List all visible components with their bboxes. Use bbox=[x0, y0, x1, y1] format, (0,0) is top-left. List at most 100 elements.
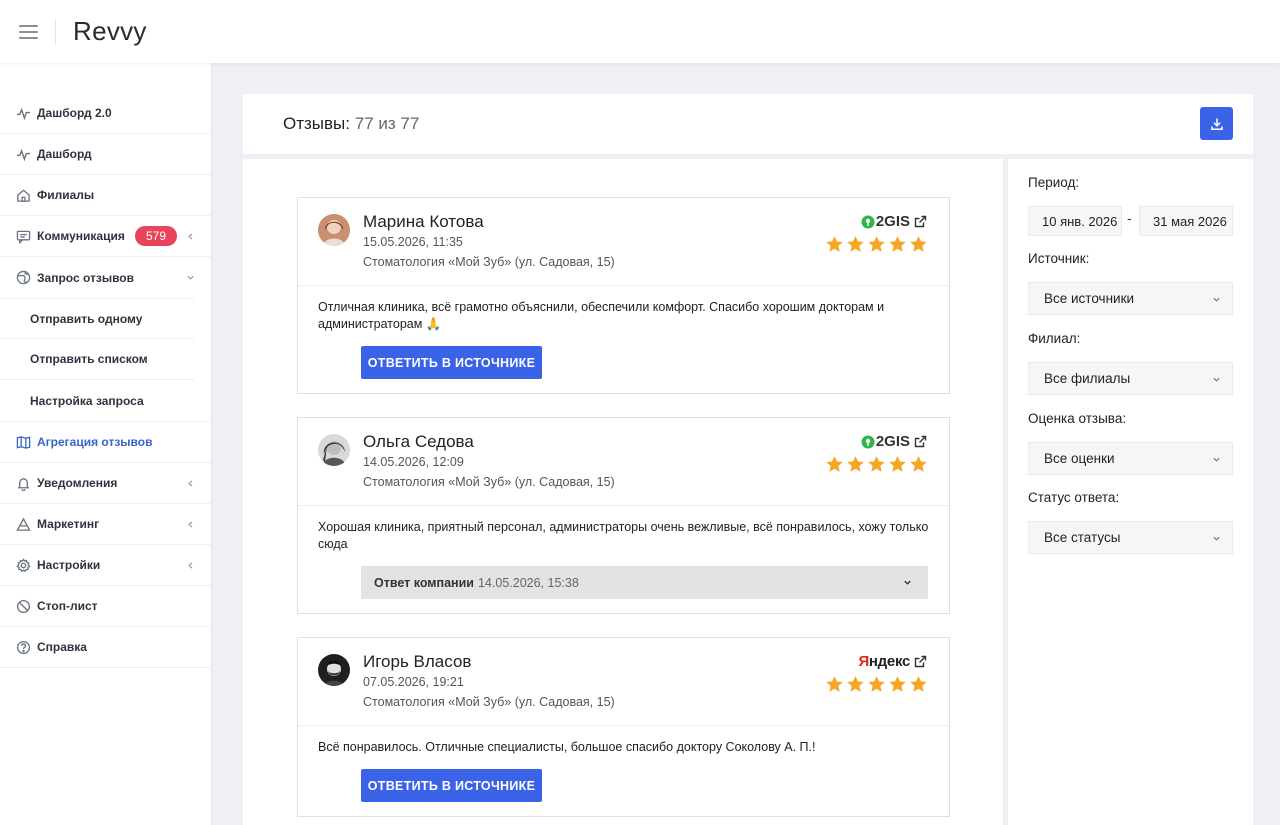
sidebar-item-label: Запрос отзывов bbox=[37, 270, 134, 285]
chevron-left-icon bbox=[185, 478, 195, 488]
sidebar-item-label: Маркетинг bbox=[37, 517, 100, 531]
sidebar-subitem-send-one[interactable]: Отправить одному bbox=[0, 298, 195, 339]
source-link[interactable]: 2GIS bbox=[861, 433, 927, 450]
branch-select[interactable]: Все филиалы bbox=[1028, 362, 1233, 395]
sidebar-item-label: Агрегация отзывов bbox=[37, 435, 153, 449]
company-answer-toggle[interactable]: Ответ компании 14.05.2026, 15:38 bbox=[361, 566, 928, 599]
sidebar-item-notifications[interactable]: Уведомления bbox=[0, 463, 211, 504]
yandex-logo: Яндекс bbox=[858, 653, 910, 670]
sidebar-item-communication[interactable]: Коммуникация 579 bbox=[0, 216, 211, 257]
sidebar-item-dashboard-2[interactable]: Дашборд 2.0 bbox=[0, 93, 211, 134]
2gis-logo: 2GIS bbox=[861, 213, 910, 230]
star-icon bbox=[826, 676, 843, 692]
period-label: Период: bbox=[1028, 175, 1080, 190]
star-icon bbox=[910, 456, 927, 472]
unread-badge: 579 bbox=[134, 226, 177, 246]
sidebar-item-branches[interactable]: Филиалы bbox=[0, 175, 211, 216]
review-body: Отличная клиника, всё грамотно объяснили… bbox=[298, 286, 949, 393]
branch-select-value: Все филиалы bbox=[1044, 371, 1131, 386]
sidebar-item-label: Уведомления bbox=[37, 476, 118, 490]
avatar bbox=[318, 654, 350, 686]
source-link[interactable]: 2GIS bbox=[861, 213, 927, 230]
download-button[interactable] bbox=[1200, 107, 1233, 140]
sidebar-item-review-request[interactable]: Запрос отзывов bbox=[0, 257, 211, 298]
review-header: Ольга Седова 14.05.2026, 12:09 Стоматоло… bbox=[298, 418, 949, 506]
map-icon bbox=[15, 434, 31, 450]
sidebar-item-marketing[interactable]: Маркетинг bbox=[0, 504, 211, 545]
sidebar-subitem-request-settings[interactable]: Настройка запроса bbox=[0, 380, 195, 421]
external-link-icon bbox=[914, 215, 927, 228]
sidebar-item-label: Дашборд bbox=[37, 147, 92, 161]
star-icon bbox=[889, 456, 906, 472]
status-select[interactable]: Все статусы bbox=[1028, 521, 1233, 554]
date-separator: - bbox=[1127, 210, 1132, 226]
rating-stars bbox=[825, 235, 928, 254]
sidebar-item-label: Коммуникация bbox=[37, 229, 125, 243]
bell-icon bbox=[15, 475, 31, 491]
download-icon bbox=[1210, 118, 1223, 130]
sidebar-subitem-send-list[interactable]: Отправить списком bbox=[0, 339, 195, 380]
review-header: Игорь Власов 07.05.2026, 19:21 Стоматоло… bbox=[298, 638, 949, 726]
reviewer-name: Ольга Седова bbox=[363, 432, 474, 451]
date-to-field[interactable]: 31 мая 2026 bbox=[1139, 206, 1233, 236]
filters-panel: Период: 10 янв. 2026 - 31 мая 2026 Источ… bbox=[1008, 159, 1253, 825]
sidebar-item-stop-list[interactable]: Стоп-лист bbox=[0, 586, 211, 627]
rating-filter-label: Оценка отзыва: bbox=[1028, 411, 1127, 426]
avatar bbox=[318, 434, 350, 466]
sidebar-item-help[interactable]: Справка bbox=[0, 627, 211, 668]
star-icon bbox=[868, 676, 885, 692]
status-select-value: Все статусы bbox=[1044, 530, 1121, 545]
app-brand[interactable]: Revvy bbox=[73, 16, 147, 47]
source-name: 2GIS bbox=[875, 213, 910, 230]
source-link[interactable]: Яндекс bbox=[858, 653, 927, 670]
review-card: Игорь Власов 07.05.2026, 19:21 Стоматоло… bbox=[297, 637, 950, 817]
sidebar-item-label: Филиалы bbox=[37, 188, 95, 202]
rating-select-value: Все оценки bbox=[1044, 451, 1115, 466]
chevron-down-icon bbox=[185, 273, 195, 283]
star-icon bbox=[868, 236, 885, 252]
sidebar: Дашборд 2.0 Дашборд Филиалы Коммуникация… bbox=[0, 63, 212, 825]
source-select-value: Все источники bbox=[1044, 291, 1135, 306]
review-body: Всё понравилось. Отличные специалисты, б… bbox=[298, 726, 949, 816]
chat-icon bbox=[15, 228, 31, 244]
home-icon bbox=[15, 187, 31, 203]
star-icon bbox=[889, 236, 906, 252]
branch-filter-label: Филиал: bbox=[1028, 331, 1081, 346]
sidebar-item-settings[interactable]: Настройки bbox=[0, 545, 211, 586]
date-from-field[interactable]: 10 янв. 2026 bbox=[1028, 206, 1122, 236]
star-icon bbox=[847, 676, 864, 692]
source-select[interactable]: Все источники bbox=[1028, 282, 1233, 315]
chevron-down-icon bbox=[1213, 377, 1220, 382]
source-name: 2GIS bbox=[875, 433, 910, 450]
review-card: Ольга Седова 14.05.2026, 12:09 Стоматоло… bbox=[297, 417, 950, 614]
sidebar-item-label: Справка bbox=[37, 640, 87, 654]
pulse-icon bbox=[15, 146, 31, 162]
top-bar: Revvy bbox=[0, 0, 1280, 63]
review-card: Марина Котова 15.05.2026, 11:35 Стоматол… bbox=[297, 197, 950, 394]
review-header: Марина Котова 15.05.2026, 11:35 Стоматол… bbox=[298, 198, 949, 286]
sidebar-item-dashboard[interactable]: Дашборд bbox=[0, 134, 211, 175]
sidebar-item-label: Стоп-лист bbox=[37, 599, 98, 613]
star-icon bbox=[826, 456, 843, 472]
sidebar-item-review-aggregation[interactable]: Агрегация отзывов bbox=[0, 422, 211, 463]
chevron-left-icon bbox=[185, 519, 195, 529]
star-icon bbox=[910, 676, 927, 692]
reviewer-name: Марина Котова bbox=[363, 212, 484, 231]
help-icon bbox=[15, 639, 31, 655]
review-text: Отличная клиника, всё грамотно объяснили… bbox=[318, 300, 885, 331]
sidebar-item-label: Настройки bbox=[37, 558, 101, 572]
reply-in-source-button[interactable]: ОТВЕТИТЬ В ИСТОЧНИКЕ bbox=[361, 769, 542, 802]
triangle-icon bbox=[15, 516, 31, 532]
globe-icon bbox=[15, 270, 31, 286]
answer-date: 14.05.2026, 15:38 bbox=[477, 575, 579, 590]
review-branch: Стоматология «Мой Зуб» (ул. Садовая, 15) bbox=[363, 255, 615, 269]
reply-in-source-button[interactable]: ОТВЕТИТЬ В ИСТОЧНИКЕ bbox=[361, 346, 542, 379]
review-date: 15.05.2026, 11:35 bbox=[363, 235, 463, 249]
menu-icon[interactable] bbox=[19, 24, 38, 39]
review-date: 14.05.2026, 12:09 bbox=[363, 455, 464, 469]
reviews-count: 77 из 77 bbox=[354, 114, 420, 133]
rating-select[interactable]: Все оценки bbox=[1028, 442, 1233, 475]
review-text: Всё понравилось. Отличные специалисты, б… bbox=[318, 740, 816, 754]
review-branch: Стоматология «Мой Зуб» (ул. Садовая, 15) bbox=[363, 695, 615, 709]
rating-stars bbox=[825, 455, 928, 474]
